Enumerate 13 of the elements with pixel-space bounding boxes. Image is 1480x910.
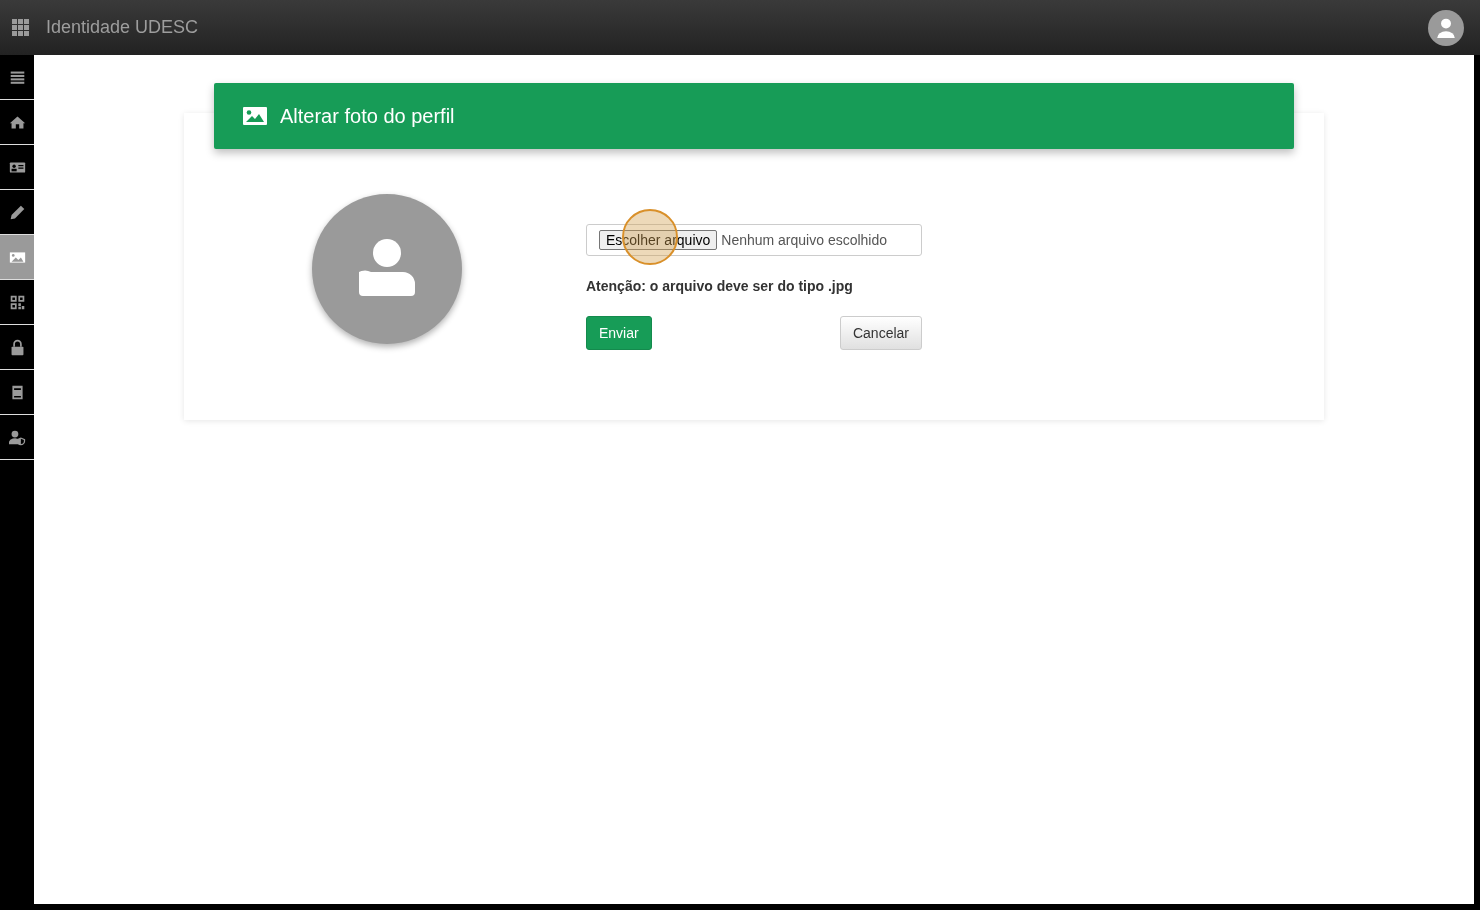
qr-code-icon bbox=[8, 293, 26, 311]
image-icon bbox=[242, 106, 268, 126]
card-title: Alterar foto do perfil bbox=[280, 104, 455, 128]
file-type-notice: Atenção: o arquivo deve ser do tipo .jpg bbox=[586, 278, 854, 294]
app-title: Identidade UDESC bbox=[46, 17, 199, 38]
pencil-icon bbox=[8, 203, 26, 221]
file-status-text: Nenhum arquivo escolhido bbox=[721, 232, 888, 248]
user-avatar-button[interactable] bbox=[1428, 9, 1464, 46]
cancel-button[interactable]: Cancelar bbox=[839, 316, 922, 350]
apps-grid-icon[interactable] bbox=[12, 18, 30, 37]
user-icon bbox=[1435, 16, 1457, 39]
user-shield-icon bbox=[8, 428, 26, 446]
submit-button[interactable]: Enviar bbox=[586, 316, 652, 350]
